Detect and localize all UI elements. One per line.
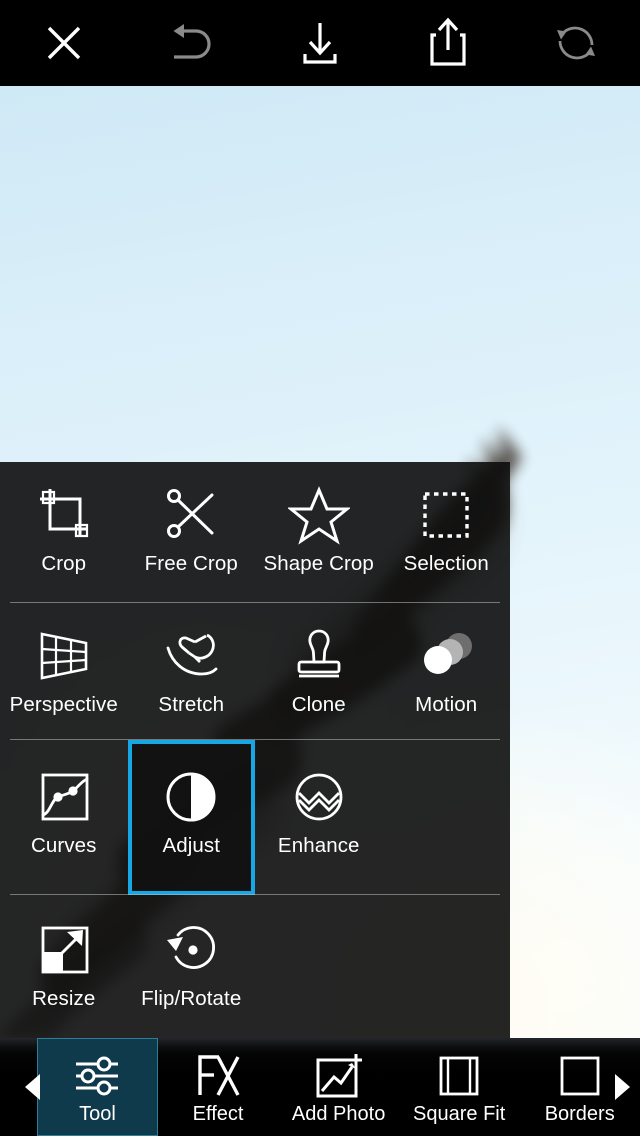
nav-tab-label: Borders — [544, 1102, 615, 1125]
tool-curves[interactable]: Curves — [0, 740, 128, 895]
contrast-half-circle-icon — [160, 766, 222, 828]
dashed-square-icon — [415, 484, 477, 546]
borders-icon — [554, 1051, 606, 1101]
close-x-icon — [40, 19, 88, 67]
enhance-wave-circle-icon — [288, 766, 350, 828]
tool-label: Enhance — [277, 834, 360, 857]
reset-button[interactable] — [512, 0, 640, 86]
nav-tab-label: Effect — [192, 1102, 244, 1125]
refresh-cycle-icon — [551, 18, 601, 68]
nav-tab-add-photo[interactable]: Add Photo — [278, 1038, 399, 1136]
nav-tab-square-fit[interactable]: Square Fit — [399, 1038, 520, 1136]
pointer-hand-icon — [160, 625, 222, 687]
tool-free-crop[interactable]: Free Crop — [128, 462, 256, 603]
top-toolbar — [0, 0, 640, 86]
fx-icon — [192, 1051, 244, 1101]
nav-tab-label: Square Fit — [413, 1102, 506, 1125]
save-button[interactable] — [256, 0, 384, 86]
tool-label: Stretch — [158, 693, 225, 716]
tool-label: Curves — [30, 834, 97, 857]
tool-resize[interactable]: Resize — [0, 895, 128, 1038]
rotate-dot-icon — [160, 919, 222, 981]
tool-stretch[interactable]: Stretch — [128, 603, 256, 740]
tool-label: Resize — [32, 987, 96, 1010]
add-photo-icon — [312, 1051, 366, 1101]
tool-empty-slot — [383, 895, 511, 1038]
tool-flip-rotate[interactable]: Flip/Rotate — [128, 895, 256, 1038]
tool-label: Motion — [415, 693, 478, 716]
undo-arrow-icon — [164, 19, 220, 67]
tool-row-4: Resize Flip/Rotate — [0, 895, 510, 1038]
tool-label: Shape Crop — [263, 552, 374, 575]
nav-scroll-left-button[interactable] — [18, 1038, 46, 1136]
tool-label: Flip/Rotate — [141, 987, 242, 1010]
nav-tab-label: Add Photo — [291, 1102, 386, 1125]
tool-row-2: Perspective Stretch Clone Motion — [0, 603, 510, 740]
scissors-icon — [160, 484, 222, 546]
tool-row-3: Curves Adjust Enhance — [0, 740, 510, 895]
close-button[interactable] — [0, 0, 128, 86]
nav-tab-effect[interactable]: Effect — [158, 1038, 279, 1136]
triangle-right-icon — [614, 1074, 630, 1100]
nav-tab-tool[interactable]: Tool — [37, 1038, 158, 1136]
crop-frame-icon — [33, 484, 95, 546]
tool-clone[interactable]: Clone — [255, 603, 383, 740]
tool-enhance[interactable]: Enhance — [255, 740, 383, 895]
nav-scroll-right-button[interactable] — [608, 1038, 636, 1136]
perspective-grid-icon — [33, 625, 95, 687]
tool-label: Perspective — [9, 693, 118, 716]
star-icon — [287, 484, 350, 546]
tool-label: Crop — [41, 552, 87, 575]
tool-row-1: Crop Free Crop Shape Crop Selection — [0, 462, 510, 603]
tool-selection[interactable]: Selection — [383, 462, 511, 603]
tool-motion[interactable]: Motion — [383, 603, 511, 740]
tool-panel: Crop Free Crop Shape Crop Selection Pers… — [0, 462, 510, 1038]
share-upload-icon — [424, 17, 472, 69]
triangle-left-icon — [24, 1074, 40, 1100]
tool-perspective[interactable]: Perspective — [0, 603, 128, 740]
download-icon — [296, 18, 344, 68]
curves-graph-icon — [33, 766, 95, 828]
tool-shape-crop[interactable]: Shape Crop — [255, 462, 383, 603]
resize-arrow-icon — [33, 919, 95, 981]
rubber-stamp-icon — [288, 625, 350, 687]
tool-crop[interactable]: Crop — [0, 462, 128, 603]
undo-button[interactable] — [128, 0, 256, 86]
square-fit-icon — [433, 1051, 485, 1101]
tool-label: Free Crop — [144, 552, 238, 575]
tool-label: Selection — [403, 552, 489, 575]
motion-circles-icon — [415, 625, 477, 687]
tool-label: Adjust — [162, 834, 221, 857]
nav-tab-label: Tool — [79, 1102, 116, 1125]
tool-label: Clone — [291, 693, 346, 716]
tool-adjust[interactable]: Adjust — [127, 740, 255, 895]
photo-editor-app: Crop Free Crop Shape Crop Selection Pers… — [0, 0, 640, 1136]
share-button[interactable] — [384, 0, 512, 86]
sliders-icon — [71, 1051, 123, 1101]
bottom-nav: Tool Effect Add Photo Square Fit Borders — [0, 1038, 640, 1136]
tool-empty-slot — [255, 895, 383, 1038]
